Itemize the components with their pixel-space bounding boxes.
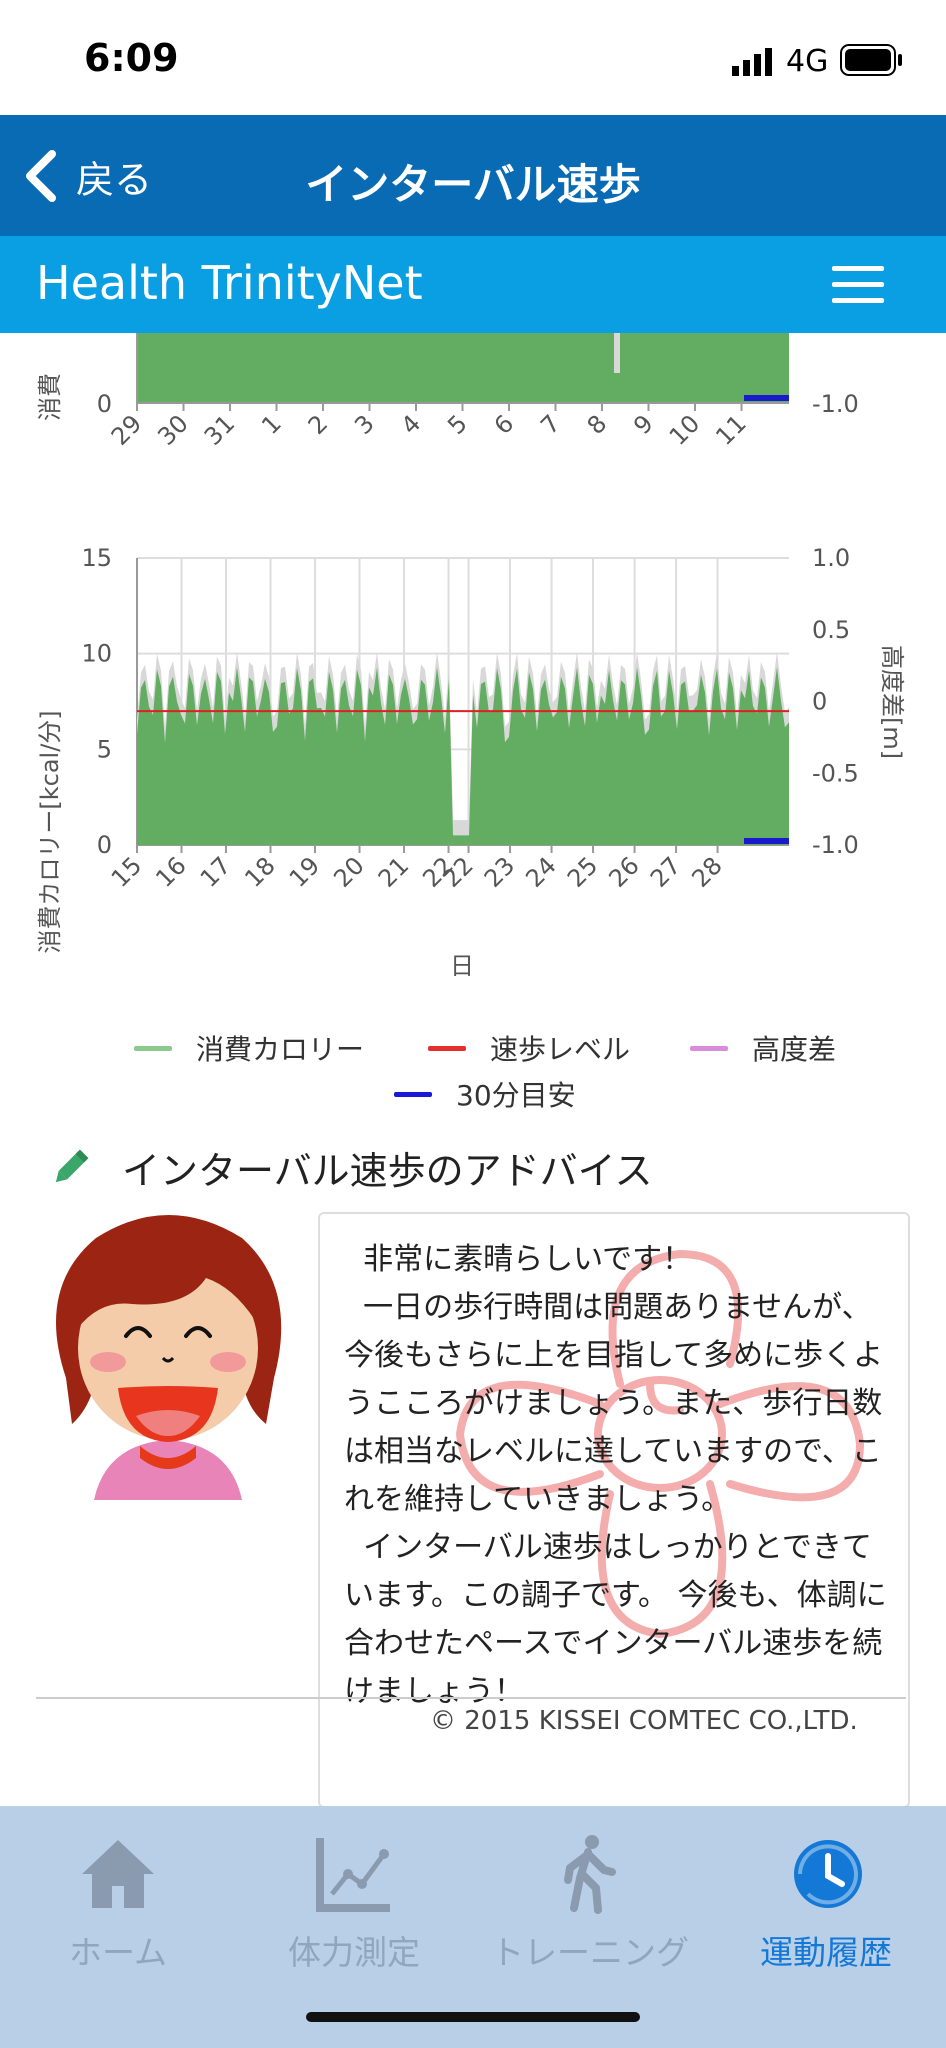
x-tick-label: 26	[603, 851, 644, 892]
x-tick-label: 18	[239, 851, 280, 892]
tab-home[interactable]: ホーム	[0, 1834, 236, 1974]
calorie-area	[137, 667, 789, 845]
chart-ylabel-right: 高度差[m]	[878, 645, 906, 759]
chart-ylabel: 消費カロリー[kcal/分]	[36, 710, 64, 953]
home-indicator	[306, 2012, 640, 2022]
pencil-icon	[55, 1149, 89, 1182]
tab-label: トレーニング	[491, 1933, 689, 1972]
tab-label: 体力測定	[288, 1933, 420, 1972]
status-bar: 6:09 4G	[0, 0, 946, 115]
advice-heading: インターバル速歩のアドバイス	[48, 1140, 652, 1195]
brand-bar: Health TrinityNet	[0, 236, 946, 333]
y2-tick-label: 0.5	[812, 616, 850, 644]
x-tick-label: 31	[199, 409, 240, 450]
y2-tick-label: -1.0	[812, 831, 859, 859]
x-tick-label: 20	[328, 851, 369, 892]
legend-label: 消費カロリー	[196, 1033, 365, 1066]
divider	[36, 1697, 906, 1699]
nav-bar: インターバル速歩 戻る	[0, 115, 946, 236]
tab-label: 運動履歴	[760, 1933, 892, 1972]
x-tick-label: 8	[582, 409, 613, 440]
chart-icon	[316, 1838, 390, 1912]
top-chart-area	[137, 333, 789, 403]
chart-xlabel: 日	[450, 952, 474, 980]
legend-swatch	[428, 1045, 466, 1051]
top-chart-dip	[614, 333, 620, 373]
top-chart: 消費 0 -1.0 29 30 31 1 2 3 4 5 6 7 8 9 10 11	[36, 333, 859, 451]
y-tick-label: 0	[97, 831, 112, 859]
legend-item-altitude[interactable]: 高度差	[690, 1028, 836, 1068]
y-tick-label: 5	[97, 735, 112, 763]
x-tick-label: 9	[628, 409, 659, 440]
top-chart-y2-tick: -1.0	[812, 390, 859, 418]
advisor-character	[56, 1215, 282, 1500]
chevron-left-icon	[26, 150, 56, 202]
y-tick-label: 10	[81, 640, 112, 668]
top-chart-ylabel: 消費	[36, 373, 64, 421]
legend-label: 高度差	[752, 1033, 837, 1066]
signal-icon	[732, 48, 772, 76]
y2-tick-label: 0	[812, 688, 827, 716]
legend-label: 速歩レベル	[490, 1033, 631, 1066]
x-tick-label: 3	[349, 409, 380, 440]
x-tick-label: 2	[303, 409, 334, 440]
back-label: 戻る	[76, 157, 153, 202]
advice-text: 非常に素晴らしいです！ 一日の歩行時間は問題ありませんが、今後もさらに上を目指し…	[344, 1242, 887, 1709]
legend-item-speed[interactable]: 速歩レベル	[428, 1028, 630, 1068]
tab-exercise-history[interactable]: 運動履歴	[708, 1834, 944, 1974]
x-tick-label: 29	[106, 409, 147, 450]
x-tick-label: 6	[489, 409, 520, 440]
hamburger-menu-icon[interactable]	[832, 266, 884, 304]
x-tick-label: 30	[152, 409, 193, 450]
walking-icon	[564, 1835, 616, 1914]
x-tick-label: 24	[520, 851, 561, 892]
y-tick-label: 15	[81, 544, 112, 572]
legend-label: 30分目安	[456, 1079, 576, 1112]
x-tick-label: 5	[442, 409, 473, 440]
home-icon	[82, 1840, 154, 1908]
legend-swatch	[134, 1045, 172, 1051]
calorie-chart: 消費カロリー[kcal/分] 高度差[m] 日 0 5 10 15 -1.0 -0.5 0 0…	[36, 544, 906, 980]
x-tick-label: 27	[645, 851, 686, 892]
tab-training[interactable]: トレーニング	[472, 1834, 708, 1974]
top-chart-y-tick: 0	[97, 390, 112, 418]
x-tick-label: 15	[106, 851, 147, 892]
x-tick-label: 21	[373, 851, 414, 892]
x-tick-label: 28	[686, 851, 727, 892]
network-type: 4G	[786, 44, 829, 79]
history-icon	[794, 1840, 862, 1908]
legend-item-calorie[interactable]: 消費カロリー	[134, 1028, 364, 1068]
advice-heading-label: インターバル速歩のアドバイス	[122, 1149, 653, 1193]
x-tick-label: 23	[479, 851, 520, 892]
x-tick-label: 16	[150, 851, 191, 892]
status-time: 6:09	[84, 36, 179, 80]
x-tick-label: 19	[284, 851, 325, 892]
legend-swatch	[690, 1045, 728, 1051]
battery-icon	[840, 44, 902, 76]
legend-item-30min[interactable]: 30分目安	[394, 1074, 576, 1114]
x-tick-label: 11	[710, 409, 751, 450]
legend-swatch	[394, 1091, 432, 1097]
brand-name: Health TrinityNet	[36, 256, 423, 310]
x-tick-label: 25	[562, 851, 603, 892]
y2-tick-label: -0.5	[812, 759, 859, 787]
back-button[interactable]: 戻る	[22, 141, 152, 211]
x-tick-label: 4	[396, 409, 427, 440]
y2-tick-label: 1.0	[812, 544, 850, 572]
x-tick-label: 1	[256, 409, 287, 440]
copyright: © 2015 KISSEI COMTEC CO.,LTD.	[430, 1706, 858, 1736]
x-tick-label: 7	[535, 409, 566, 440]
x-tick-label: 10	[664, 409, 705, 450]
x-tick-label: 17	[195, 851, 236, 892]
tab-fitness-test[interactable]: 体力測定	[236, 1834, 472, 1974]
tab-label: ホーム	[68, 1933, 167, 1972]
